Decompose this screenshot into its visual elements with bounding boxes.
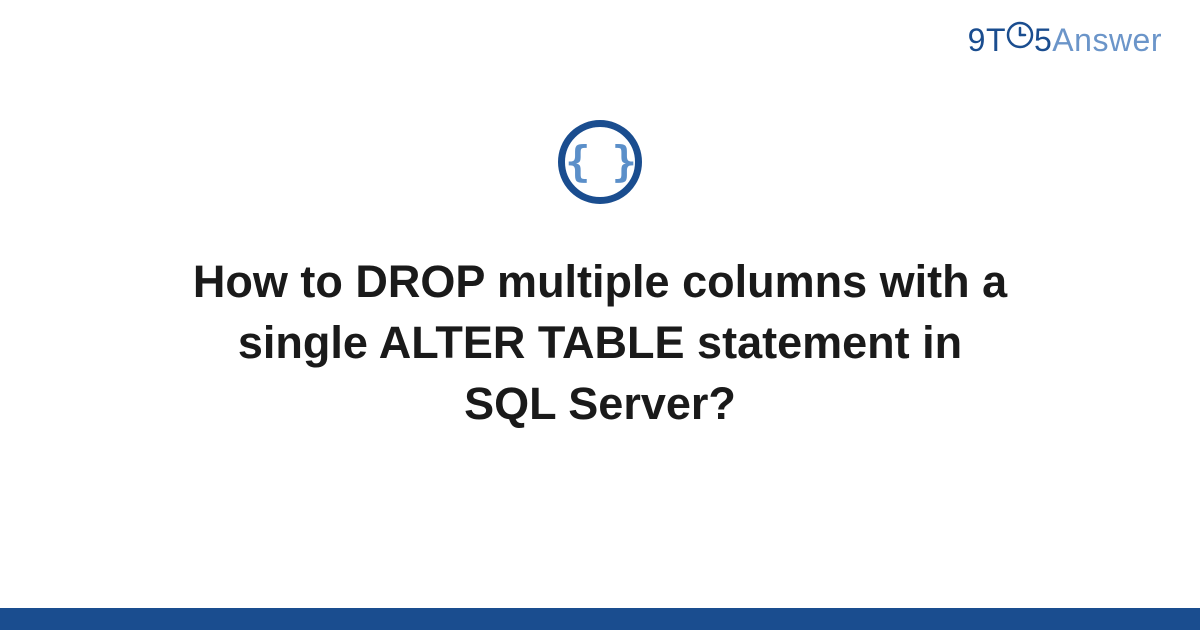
question-title: How to DROP multiple columns with a sing…	[150, 252, 1050, 434]
logo-part-5: 5	[1034, 22, 1052, 59]
main-content: { } How to DROP multiple columns with a …	[0, 120, 1200, 434]
site-logo[interactable]: 9T 5 Answer	[968, 22, 1162, 59]
logo-part-answer: Answer	[1052, 22, 1162, 59]
category-icon-circle: { }	[558, 120, 642, 204]
code-braces-icon: { }	[565, 141, 635, 183]
bottom-accent-bar	[0, 608, 1200, 630]
logo-part-9t: 9T	[968, 22, 1006, 59]
clock-icon	[1006, 21, 1034, 49]
